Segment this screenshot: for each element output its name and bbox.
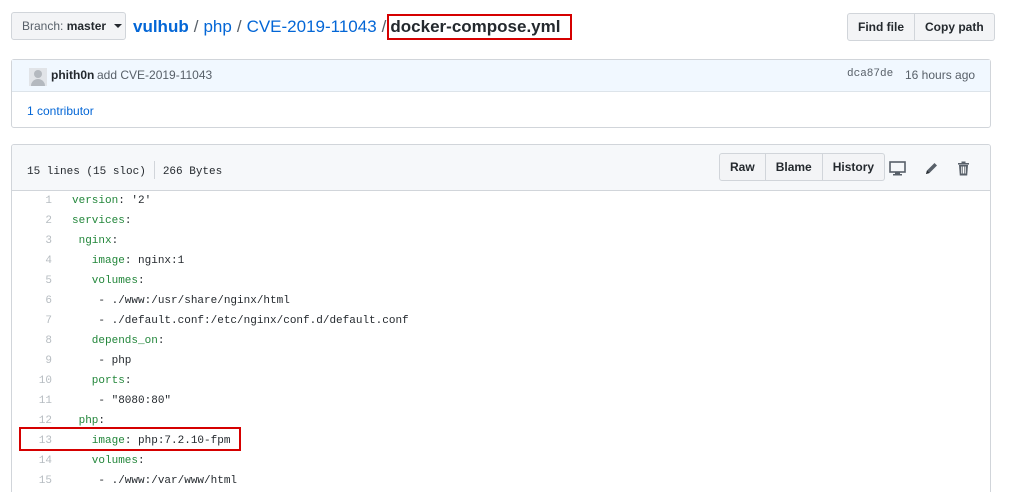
breadcrumb-separator: / bbox=[193, 17, 199, 36]
yaml-key: version bbox=[72, 195, 119, 207]
line-number[interactable]: 1 bbox=[12, 191, 52, 211]
commit-header: phith0n add CVE-2019-11043 dca87de 16 ho… bbox=[12, 60, 990, 92]
yaml-key: services bbox=[72, 215, 125, 227]
yaml-value: - php bbox=[72, 355, 132, 367]
line-content: volumes: bbox=[72, 271, 145, 291]
line-content: image: nginx:1 bbox=[72, 251, 184, 271]
file-size: 266 Bytes bbox=[162, 166, 223, 178]
file-info: 15 lines (15 sloc) 266 Bytes bbox=[27, 161, 222, 179]
line-content: - php bbox=[72, 351, 131, 371]
code-line: 8 depends_on: bbox=[12, 331, 990, 351]
commit-info-box: phith0n add CVE-2019-11043 dca87de 16 ho… bbox=[11, 59, 991, 128]
commit-sha-link[interactable]: dca87de bbox=[847, 68, 893, 80]
line-content: - ./www:/usr/share/nginx/html bbox=[72, 291, 290, 311]
line-number[interactable]: 10 bbox=[12, 371, 52, 391]
line-content: services: bbox=[72, 211, 131, 231]
yaml-key: volumes bbox=[72, 455, 139, 467]
breadcrumb-repo-link[interactable]: vulhub bbox=[133, 17, 189, 36]
line-number[interactable]: 2 bbox=[12, 211, 52, 231]
code-line: 9 - php bbox=[12, 351, 990, 371]
yaml-value: - "8080:80" bbox=[72, 395, 172, 407]
code-line: 6 - ./www:/usr/share/nginx/html bbox=[12, 291, 990, 311]
yaml-value: : bbox=[157, 335, 165, 347]
yaml-key: volumes bbox=[72, 275, 139, 287]
line-content: volumes: bbox=[72, 451, 145, 471]
line-content: version: '2' bbox=[72, 191, 151, 211]
yaml-key: php bbox=[72, 415, 99, 427]
code-line: 4 image: nginx:1 bbox=[12, 251, 990, 271]
breadcrumb-cve-link[interactable]: CVE-2019-11043 bbox=[247, 17, 377, 36]
yaml-value: - ./default.conf:/etc/nginx/conf.d/defau… bbox=[72, 315, 409, 327]
code-line: 1 version: '2' bbox=[12, 191, 990, 211]
line-number[interactable]: 4 bbox=[12, 251, 52, 271]
yaml-key: depends_on bbox=[72, 335, 158, 347]
breadcrumb-separator: / bbox=[236, 17, 242, 36]
caret-down-icon bbox=[114, 24, 123, 28]
branch-value: master bbox=[66, 19, 107, 33]
yaml-value: : bbox=[138, 455, 145, 467]
yaml-value: : bbox=[124, 375, 132, 387]
branch-selector[interactable]: Branch: master bbox=[11, 12, 126, 40]
code-line: 7 - ./default.conf:/etc/nginx/conf.d/def… bbox=[12, 311, 990, 331]
file-actions-group: Find file Copy path bbox=[847, 13, 995, 41]
line-content: - ./default.conf:/etc/nginx/conf.d/defau… bbox=[72, 311, 409, 331]
code-line: 2 services: bbox=[12, 211, 990, 231]
code-line: 5 volumes: bbox=[12, 271, 990, 291]
branch-label: Branch: bbox=[22, 19, 64, 33]
breadcrumb: vulhub / php / CVE-2019-11043/docker-compose… bbox=[133, 14, 573, 40]
line-number[interactable]: 8 bbox=[12, 331, 52, 351]
desktop-icon[interactable] bbox=[887, 159, 907, 177]
yaml-key: ports bbox=[72, 375, 125, 387]
commit-message-link[interactable]: add CVE-2019-11043 bbox=[97, 68, 212, 82]
yaml-value: : bbox=[124, 215, 132, 227]
breadcrumb-php-link[interactable]: php bbox=[203, 17, 231, 36]
raw-button[interactable]: Raw bbox=[719, 153, 766, 181]
line-number[interactable]: 14 bbox=[12, 451, 52, 471]
copy-path-button[interactable]: Copy path bbox=[915, 13, 995, 41]
find-file-button[interactable]: Find file bbox=[847, 13, 915, 41]
yaml-value: : '2' bbox=[118, 195, 152, 207]
line-number[interactable]: 5 bbox=[12, 271, 52, 291]
highlight-annotation bbox=[19, 427, 241, 451]
line-number[interactable]: 9 bbox=[12, 351, 52, 371]
commit-author-link[interactable]: phith0n bbox=[51, 68, 94, 82]
yaml-value: - ./www:/var/www/html bbox=[72, 475, 238, 487]
pencil-icon[interactable] bbox=[921, 159, 941, 177]
avatar[interactable] bbox=[29, 68, 47, 86]
line-number[interactable]: 11 bbox=[12, 391, 52, 411]
code-line: 3 nginx: bbox=[12, 231, 990, 251]
line-content: nginx: bbox=[72, 231, 119, 251]
breadcrumb-current-file: docker-compose.yml bbox=[387, 14, 573, 40]
yaml-value: : bbox=[111, 235, 119, 247]
history-button[interactable]: History bbox=[822, 153, 886, 181]
file-line-count: 15 lines (15 sloc) bbox=[27, 166, 146, 178]
line-number[interactable]: 3 bbox=[12, 231, 52, 251]
file-header: 15 lines (15 sloc) 266 Bytes Raw Blame Hi… bbox=[12, 145, 990, 191]
code-line: 14 volumes: bbox=[12, 451, 990, 471]
line-content: ports: bbox=[72, 371, 132, 391]
breadcrumb-separator: / bbox=[381, 17, 387, 36]
line-content: - ./www:/var/www/html bbox=[72, 471, 237, 491]
blame-button[interactable]: Blame bbox=[765, 153, 823, 181]
commit-time: 16 hours ago bbox=[905, 68, 976, 82]
contributors-link[interactable]: 1 contributor bbox=[27, 104, 94, 118]
line-number[interactable]: 7 bbox=[12, 311, 52, 331]
line-number[interactable]: 6 bbox=[12, 291, 52, 311]
yaml-value: - ./www:/usr/share/nginx/html bbox=[72, 295, 290, 307]
code-line: 10 ports: bbox=[12, 371, 990, 391]
line-content: depends_on: bbox=[72, 331, 165, 351]
divider bbox=[153, 161, 155, 179]
code-line: 11 - "8080:80" bbox=[12, 391, 990, 411]
line-number[interactable]: 15 bbox=[12, 471, 52, 491]
yaml-value: : bbox=[98, 415, 106, 427]
yaml-value: : nginx:1 bbox=[124, 255, 185, 267]
yaml-value: : bbox=[138, 275, 145, 287]
line-content: - "8080:80" bbox=[72, 391, 171, 411]
yaml-key: image bbox=[72, 255, 125, 267]
yaml-key: nginx bbox=[72, 235, 112, 247]
file-view-buttons: Raw Blame History bbox=[719, 153, 886, 181]
code-line: 15 - ./www:/var/www/html bbox=[12, 471, 990, 491]
trash-icon[interactable] bbox=[953, 159, 973, 177]
